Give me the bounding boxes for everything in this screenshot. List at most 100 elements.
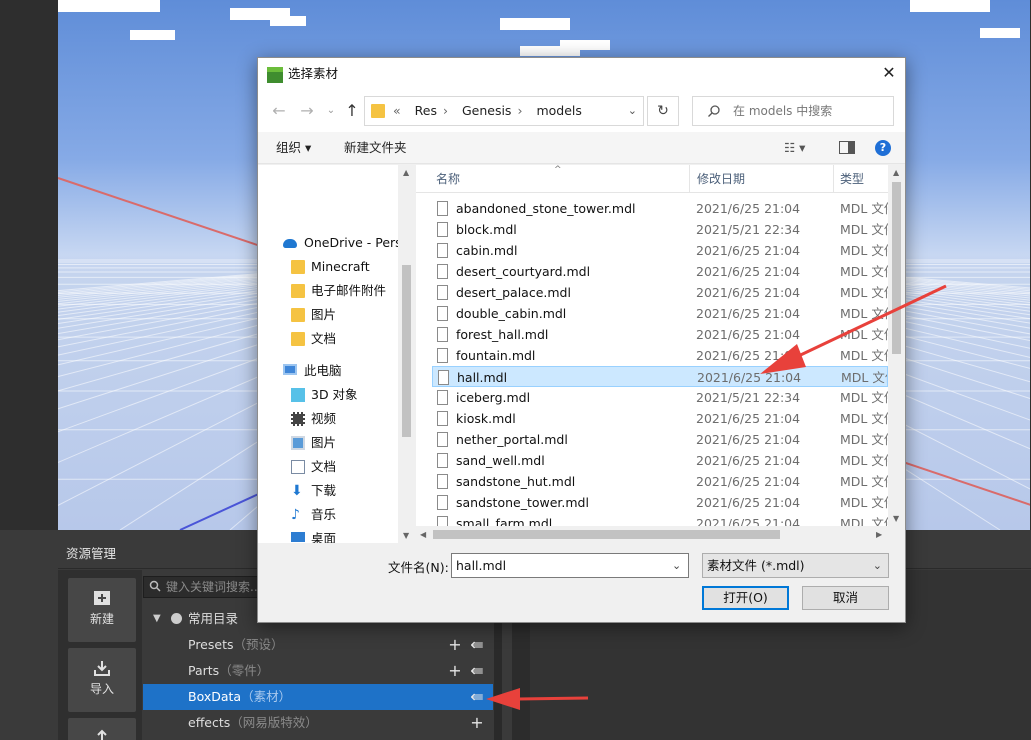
nav-item-5[interactable]: 此电脑	[258, 359, 398, 383]
chevron-down-icon[interactable]: ⌄	[628, 97, 637, 125]
up-arrow-icon[interactable]: ↑	[341, 100, 363, 122]
new-button[interactable]: 新建	[68, 578, 136, 642]
dialog-titlebar[interactable]: 选择素材 ✕	[258, 58, 905, 90]
nav-item-9[interactable]: 文档	[258, 455, 398, 479]
plus-icon[interactable]: +	[447, 632, 463, 658]
file-row[interactable]: forest_hall.mdl 2021/6/25 21:04 MDL 文件	[432, 324, 888, 345]
nav-item-6[interactable]: 3D 对象	[258, 383, 398, 407]
scroll-left-icon[interactable]: ◀	[420, 530, 426, 539]
file-row[interactable]: iceberg.mdl 2021/5/21 22:34 MDL 文件	[432, 387, 888, 408]
open-button[interactable]: 打开(O)	[702, 586, 789, 610]
tree-item-parts[interactable]: Parts（零件） + ⇚	[143, 658, 493, 684]
chevron-down-icon[interactable]: ⌄	[672, 559, 681, 572]
scroll-down-icon[interactable]: ▼	[403, 531, 409, 540]
filetype-select[interactable]: 素材文件 (*.mdl) ⌄	[702, 553, 889, 578]
nav-item-label: Minecraft	[311, 259, 370, 274]
tree-scrollbar[interactable]	[494, 606, 502, 740]
file-row[interactable]: abandoned_stone_tower.mdl 2021/6/25 21:04…	[432, 198, 888, 219]
scroll-up-icon[interactable]: ▲	[403, 168, 409, 177]
nav-item-8[interactable]: 图片	[258, 431, 398, 455]
breadcrumb-res[interactable]: Res	[415, 103, 437, 118]
resource-action-column: 新建 导入	[58, 570, 142, 740]
forward-arrow-icon[interactable]: →	[296, 100, 318, 122]
plus-icon[interactable]: +	[469, 710, 485, 736]
cancel-button[interactable]: 取消	[802, 586, 889, 610]
column-date[interactable]: 修改日期	[697, 165, 745, 193]
preview-pane-icon[interactable]	[839, 141, 855, 154]
organize-button[interactable]: 组织 ▾	[276, 132, 311, 164]
column-type[interactable]: 类型	[840, 165, 864, 193]
file-list-pane: 名称 ^ 修改日期 类型 abandoned_stone_tower.mdl 20…	[416, 165, 905, 543]
new-folder-button[interactable]: 新建文件夹	[344, 132, 407, 164]
file-row[interactable]: block.mdl 2021/5/21 22:34 MDL 文件	[432, 219, 888, 240]
file-date: 2021/6/25 21:04	[697, 370, 802, 385]
export-button[interactable]	[68, 718, 136, 740]
import-small-icon[interactable]: ⇚	[469, 658, 485, 684]
file-vertical-thumb[interactable]	[892, 182, 901, 354]
nav-item-3[interactable]: 图片	[258, 303, 398, 327]
recent-dropdown-icon[interactable]: ⌄	[320, 100, 342, 122]
plus-icon[interactable]: +	[447, 658, 463, 684]
file-row[interactable]: kiosk.mdl 2021/6/25 21:04 MDL 文件	[432, 408, 888, 429]
nav-item-label: 3D 对象	[311, 387, 358, 402]
breadcrumb-genesis[interactable]: Genesis	[462, 103, 512, 118]
import-button[interactable]: 导入	[68, 648, 136, 712]
column-name[interactable]: 名称	[436, 165, 460, 193]
file-icon	[438, 370, 449, 385]
column-divider[interactable]	[833, 165, 834, 193]
help-icon[interactable]: ?	[875, 140, 891, 156]
file-row[interactable]: desert_courtyard.mdl 2021/6/25 21:04 MDL 文…	[432, 261, 888, 282]
file-row[interactable]: nether_portal.mdl 2021/6/25 21:04 MDL 文件	[432, 429, 888, 450]
column-divider[interactable]	[689, 165, 690, 193]
refresh-button[interactable]: ↻	[647, 96, 679, 126]
nav-item-10[interactable]: ⬇ 下载	[258, 479, 398, 503]
nav-item-2[interactable]: 电子邮件附件	[258, 279, 398, 303]
expand-triangle-icon[interactable]: ▼	[153, 606, 161, 632]
file-row[interactable]: cabin.mdl 2021/6/25 21:04 MDL 文件	[432, 240, 888, 261]
nav-scroll-thumb[interactable]	[402, 265, 411, 437]
tree-item-effects[interactable]: effects（网易版特效） +	[143, 710, 493, 736]
nav-item-1[interactable]: Minecraft	[258, 255, 398, 279]
import-small-icon[interactable]: ⇚	[469, 684, 485, 710]
tree-item-boxdata[interactable]: BoxData（素材） ⇚	[143, 684, 493, 710]
filename-input[interactable]	[451, 553, 689, 578]
close-button[interactable]: ✕	[873, 58, 905, 90]
nav-item-7[interactable]: 视频	[258, 407, 398, 431]
file-row[interactable]: desert_palace.mdl 2021/6/25 21:04 MDL 文件	[432, 282, 888, 303]
file-row[interactable]: fountain.mdl 2021/6/25 21:04 MDL 文件	[432, 345, 888, 366]
nav-item-label: 下载	[311, 483, 337, 498]
scroll-down-icon[interactable]: ▼	[893, 514, 899, 523]
file-row[interactable]: sand_well.mdl 2021/6/25 21:04 MDL 文件	[432, 450, 888, 471]
file-horizontal-scrollbar[interactable]: ◀ ▶	[416, 526, 905, 543]
nav-item-0[interactable]: OneDrive - Personal	[258, 231, 398, 255]
file-icon	[437, 474, 448, 489]
add-box-icon	[93, 590, 111, 606]
breadcrumb-models[interactable]: models	[536, 103, 581, 118]
filename-label: 文件名(N):	[388, 560, 449, 575]
breadcrumb-overflow[interactable]: «	[393, 103, 401, 118]
nav-scrollbar[interactable]: ▲ ▼	[398, 165, 415, 543]
file-date: 2021/6/25 21:04	[696, 348, 801, 363]
file-name: nether_portal.mdl	[456, 432, 568, 447]
resource-search-input[interactable]: 键入关键词搜索...	[143, 576, 259, 598]
import-small-icon[interactable]: ⇚	[469, 632, 485, 658]
folder-search-input[interactable]: 在 models 中搜索	[692, 96, 894, 126]
address-bar[interactable]: « Res › Genesis › models ⌄	[364, 96, 644, 126]
file-row[interactable]: hall.mdl 2021/6/25 21:04 MDL 文件	[432, 366, 888, 387]
nav-item-11[interactable]: ♪ 音乐	[258, 503, 398, 527]
file-row[interactable]: sandstone_hut.mdl 2021/6/25 21:04 MDL 文件	[432, 471, 888, 492]
back-arrow-icon[interactable]: ←	[268, 100, 290, 122]
file-vertical-scrollbar[interactable]: ▲ ▼	[888, 165, 905, 526]
tree-item-label: effects（网易版特效）	[188, 715, 318, 730]
scroll-up-icon[interactable]: ▲	[893, 168, 899, 177]
nav-item-label: 此电脑	[304, 363, 342, 378]
scroll-right-icon[interactable]: ▶	[876, 530, 882, 539]
nav-item-4[interactable]: 文档	[258, 327, 398, 351]
file-horizontal-thumb[interactable]	[433, 530, 780, 539]
nav-item-12[interactable]: 桌面	[258, 527, 398, 543]
tree-item-presets[interactable]: Presets（预设） + ⇚	[143, 632, 493, 658]
view-options-icon[interactable]: ☷ ▾	[784, 132, 805, 164]
file-row[interactable]: sandstone_tower.mdl 2021/6/25 21:04 MDL 文件	[432, 492, 888, 513]
file-type: MDL 文件	[840, 201, 888, 216]
file-row[interactable]: double_cabin.mdl 2021/6/25 21:04 MDL 文件	[432, 303, 888, 324]
